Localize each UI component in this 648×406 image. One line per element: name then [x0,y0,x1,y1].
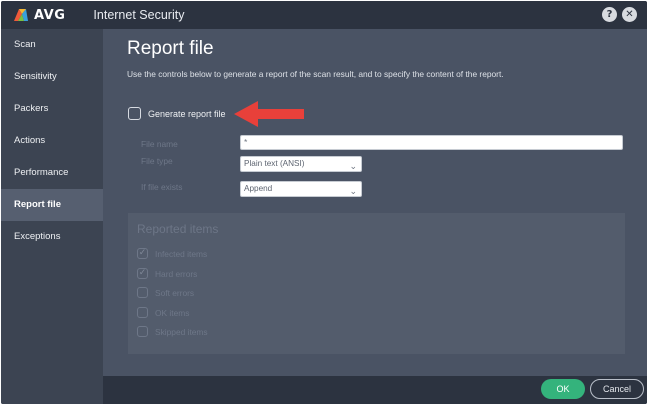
if-file-exists-select[interactable]: Append ⌄ [240,181,362,197]
file-name-label: File name [141,139,178,149]
avg-logo-icon [14,9,28,21]
sidebar-item-actions[interactable]: Actions [1,125,103,157]
ok-items-label: OK items [155,307,190,318]
soft-errors-checkbox[interactable] [137,287,148,298]
generate-report-checkbox[interactable] [128,107,141,120]
file-name-input[interactable]: * [240,135,623,150]
hard-errors-label: Hard errors [155,268,198,279]
logo: AVG [13,8,65,23]
sidebar-item-exceptions[interactable]: Exceptions [1,221,103,253]
sidebar-item-performance[interactable]: Performance [1,157,103,189]
reported-item-skipped[interactable]: Skipped items [137,326,208,337]
generate-report-row[interactable]: Generate report file [128,107,226,120]
app-window: AVG Internet Security ? ✕ Scan Sensitivi… [1,1,647,404]
ok-button[interactable]: OK [541,379,585,399]
close-icon[interactable]: ✕ [622,7,637,22]
sidebar-item-sensitivity[interactable]: Sensitivity [1,61,103,93]
infected-items-label: Infected items [155,248,208,259]
main-content: Report file Use the controls below to ge… [103,29,647,376]
help-icon[interactable]: ? [602,7,617,22]
skipped-items-label: Skipped items [155,326,208,337]
sidebar: Scan Sensitivity Packers Actions Perform… [1,29,103,404]
soft-errors-label: Soft errors [155,287,195,298]
dialog-footer: OK Cancel [103,376,647,404]
reported-items-title: Reported items [137,222,219,236]
window-controls: ? ✕ [602,7,637,22]
sidebar-item-packers[interactable]: Packers [1,93,103,125]
reported-items-panel: Reported items ✓ Infected items ✓ Hard e… [128,213,625,354]
file-type-value: Plain text (ANSI) [244,159,305,168]
if-file-exists-label: If file exists [141,182,183,192]
sidebar-item-scan[interactable]: Scan [1,29,103,61]
page-title: Report file [127,38,214,59]
file-type-label: File type [141,156,173,166]
skipped-items-checkbox[interactable] [137,326,148,337]
reported-item-ok[interactable]: OK items [137,307,189,318]
title-bar: AVG Internet Security ? ✕ [1,1,647,29]
ok-items-checkbox[interactable] [137,307,148,318]
page-description: Use the controls below to generate a rep… [127,69,504,79]
chevron-down-icon: ⌄ [349,161,357,171]
if-file-exists-value: Append [244,184,273,193]
hard-errors-checkbox[interactable]: ✓ [137,268,148,279]
reported-item-infected[interactable]: ✓ Infected items [137,248,207,259]
red-arrow-annotation-icon [234,101,304,127]
reported-item-hard-errors[interactable]: ✓ Hard errors [137,268,197,279]
file-type-select[interactable]: Plain text (ANSI) ⌄ [240,156,362,172]
infected-items-checkbox[interactable]: ✓ [137,248,148,259]
brand-name: AVG [34,7,66,23]
window-title: Internet Security [93,8,185,22]
cancel-button[interactable]: Cancel [590,379,644,399]
chevron-down-icon: ⌄ [349,186,357,196]
reported-item-soft-errors[interactable]: Soft errors [137,287,194,298]
sidebar-item-report-file[interactable]: Report file [1,189,103,221]
generate-report-label[interactable]: Generate report file [148,109,226,119]
